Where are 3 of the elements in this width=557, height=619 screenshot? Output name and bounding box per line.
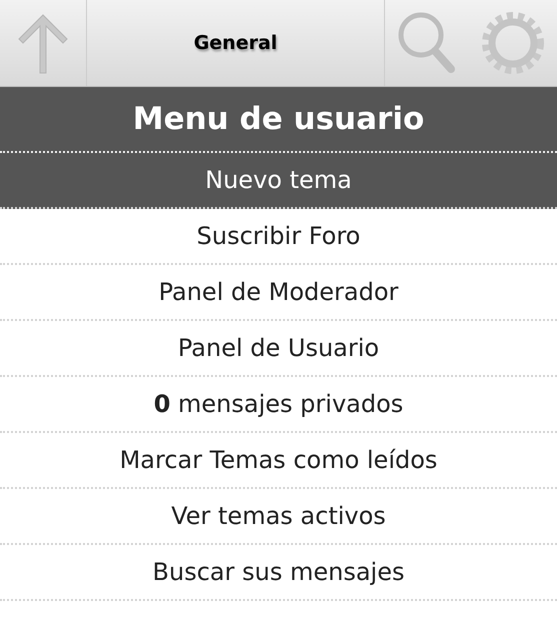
menu-title: Menu de usuario (132, 100, 424, 139)
toolbar-title: General (194, 30, 278, 56)
menu-item[interactable]: Nuevo tema (0, 153, 557, 209)
